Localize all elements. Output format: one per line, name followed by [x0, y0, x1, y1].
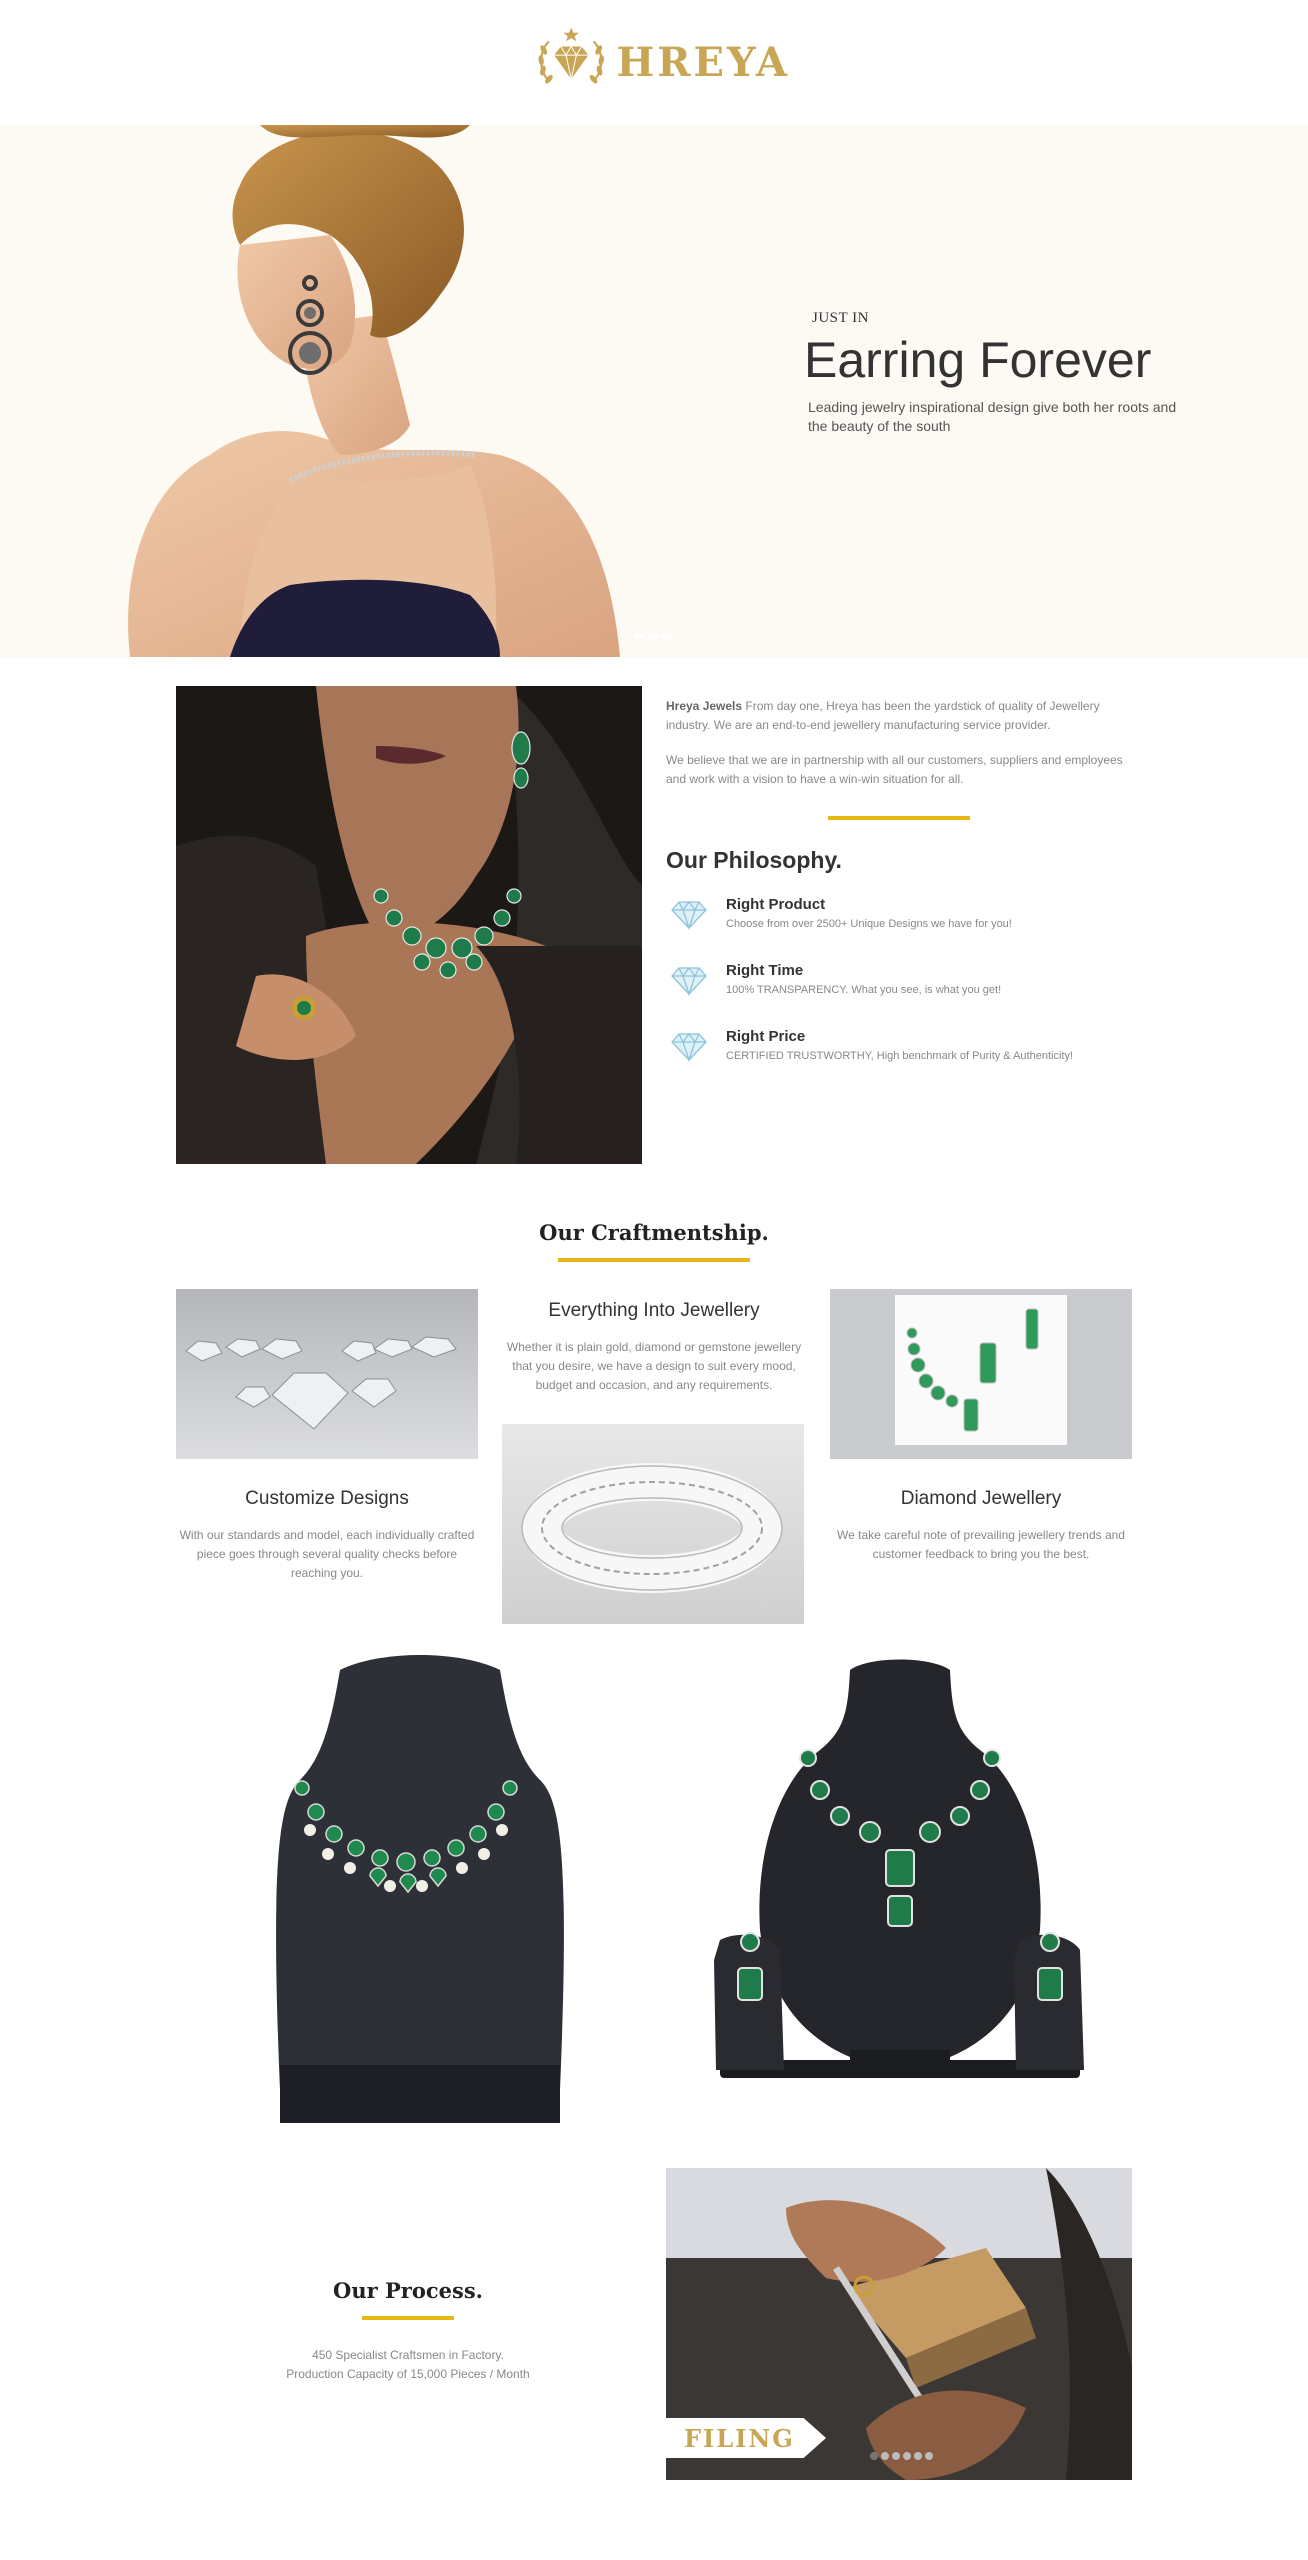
philosophy-item: Right Time 100% TRANSPARENCY. What you s…: [666, 962, 1136, 1012]
everything-into-jewellery-text: Whether it is plain gold, diamond or gem…: [506, 1340, 802, 1392]
diamond-icon: [671, 900, 707, 930]
emerald-set-image: [830, 1289, 1132, 1459]
diamond-icon: [671, 966, 707, 996]
hero-slider-dots: [634, 634, 672, 639]
brand-name: HREYA: [616, 38, 790, 86]
philosophy-item: Right Price CERTIFIED TRUSTWORTHY, High …: [666, 1028, 1136, 1078]
filing-slider-dots: [870, 2452, 933, 2460]
hero-title: Earring Forever: [804, 332, 1152, 388]
hero-model-image: [128, 125, 621, 657]
slider-dot[interactable]: [925, 2452, 933, 2460]
everything-into-jewellery-title: Everything Into Jewellery: [548, 1300, 760, 1321]
philosophy-item-title: Right Product: [726, 896, 826, 913]
diamond-jewellery-title: Diamond Jewellery: [900, 1488, 1062, 1509]
process-stat-craftsmen: 450 Specialist Craftsmen in Factory.: [312, 2348, 504, 2362]
emerald-necklace-earring-set-image: [700, 1650, 1100, 2120]
about-paragraph: We believe that we are in partnership wi…: [666, 753, 1123, 786]
site-header: HREYA: [0, 0, 1308, 125]
process-stats: 450 Specialist Craftsmen in Factory. Pro…: [270, 2346, 546, 2384]
process-title: Our Process.: [333, 2278, 483, 2303]
about-brand-name: Hreya Jewels: [666, 699, 743, 713]
philosophy-item-title: Right Price: [726, 1028, 806, 1045]
diamond-jewellery-text: We take careful note of prevailing jewel…: [837, 1528, 1125, 1561]
diamond-bracelet-image: [502, 1424, 804, 1624]
craftmentship-title: Our Craftmentship.: [539, 1220, 769, 1245]
philosophy-item-text: CERTIFIED TRUSTWORTHY, High benchmark of…: [726, 1050, 1074, 1062]
about-paragraph: Hreya Jewels From day one, Hreya has bee…: [666, 697, 1146, 735]
slider-dot[interactable]: [634, 634, 644, 639]
philosophy-item-title: Right Time: [726, 962, 804, 979]
hero-description: Leading jewelry inspirational design giv…: [808, 399, 1177, 434]
process-divider: [362, 2316, 454, 2320]
customize-designs-text: With our standards and model, each indiv…: [179, 1528, 475, 1580]
slider-dot[interactable]: [870, 2452, 878, 2460]
process-stat-capacity: Production Capacity of 15,000 Pieces / M…: [286, 2367, 530, 2381]
diamond-icon: [671, 1032, 707, 1062]
craftmentship-divider: [558, 1258, 750, 1262]
philosophy-item-text: Choose from over 2500+ Unique Designs we…: [726, 918, 1012, 930]
philosophy-item: Right Product Choose from over 2500+ Uni…: [666, 896, 1136, 946]
about-divider: [828, 816, 970, 820]
about-copy: Hreya Jewels From day one, Hreya has bee…: [666, 697, 1146, 805]
philosophy-item-text: 100% TRANSPARENCY. What you see, is what…: [726, 984, 1002, 996]
slider-dot[interactable]: [892, 2452, 900, 2460]
slider-dot[interactable]: [914, 2452, 922, 2460]
philosophy-title: Our Philosophy.: [666, 847, 842, 873]
slider-dot[interactable]: [648, 634, 658, 639]
emerald-necklace-model-image: [176, 686, 642, 1164]
slider-dot[interactable]: [662, 634, 672, 639]
slider-dot[interactable]: [881, 2452, 889, 2460]
loose-diamonds-image: [176, 1289, 478, 1459]
customize-designs-title: Customize Designs: [245, 1488, 409, 1509]
filing-slide-label-text: FILING: [684, 2424, 795, 2453]
pearl-emerald-necklace-image: [230, 1650, 600, 2125]
slider-dot[interactable]: [903, 2452, 911, 2460]
filing-process-slider: FILING: [666, 2168, 1132, 2480]
hero-kicker: JUST IN: [812, 310, 869, 326]
filing-slide-label: FILING: [666, 2418, 826, 2458]
brand-logo[interactable]: HREYA: [530, 14, 790, 110]
hero-slider: JUST IN Earring Forever Leading jewelry …: [0, 125, 1308, 657]
diamond-crest-icon: [538, 27, 604, 84]
